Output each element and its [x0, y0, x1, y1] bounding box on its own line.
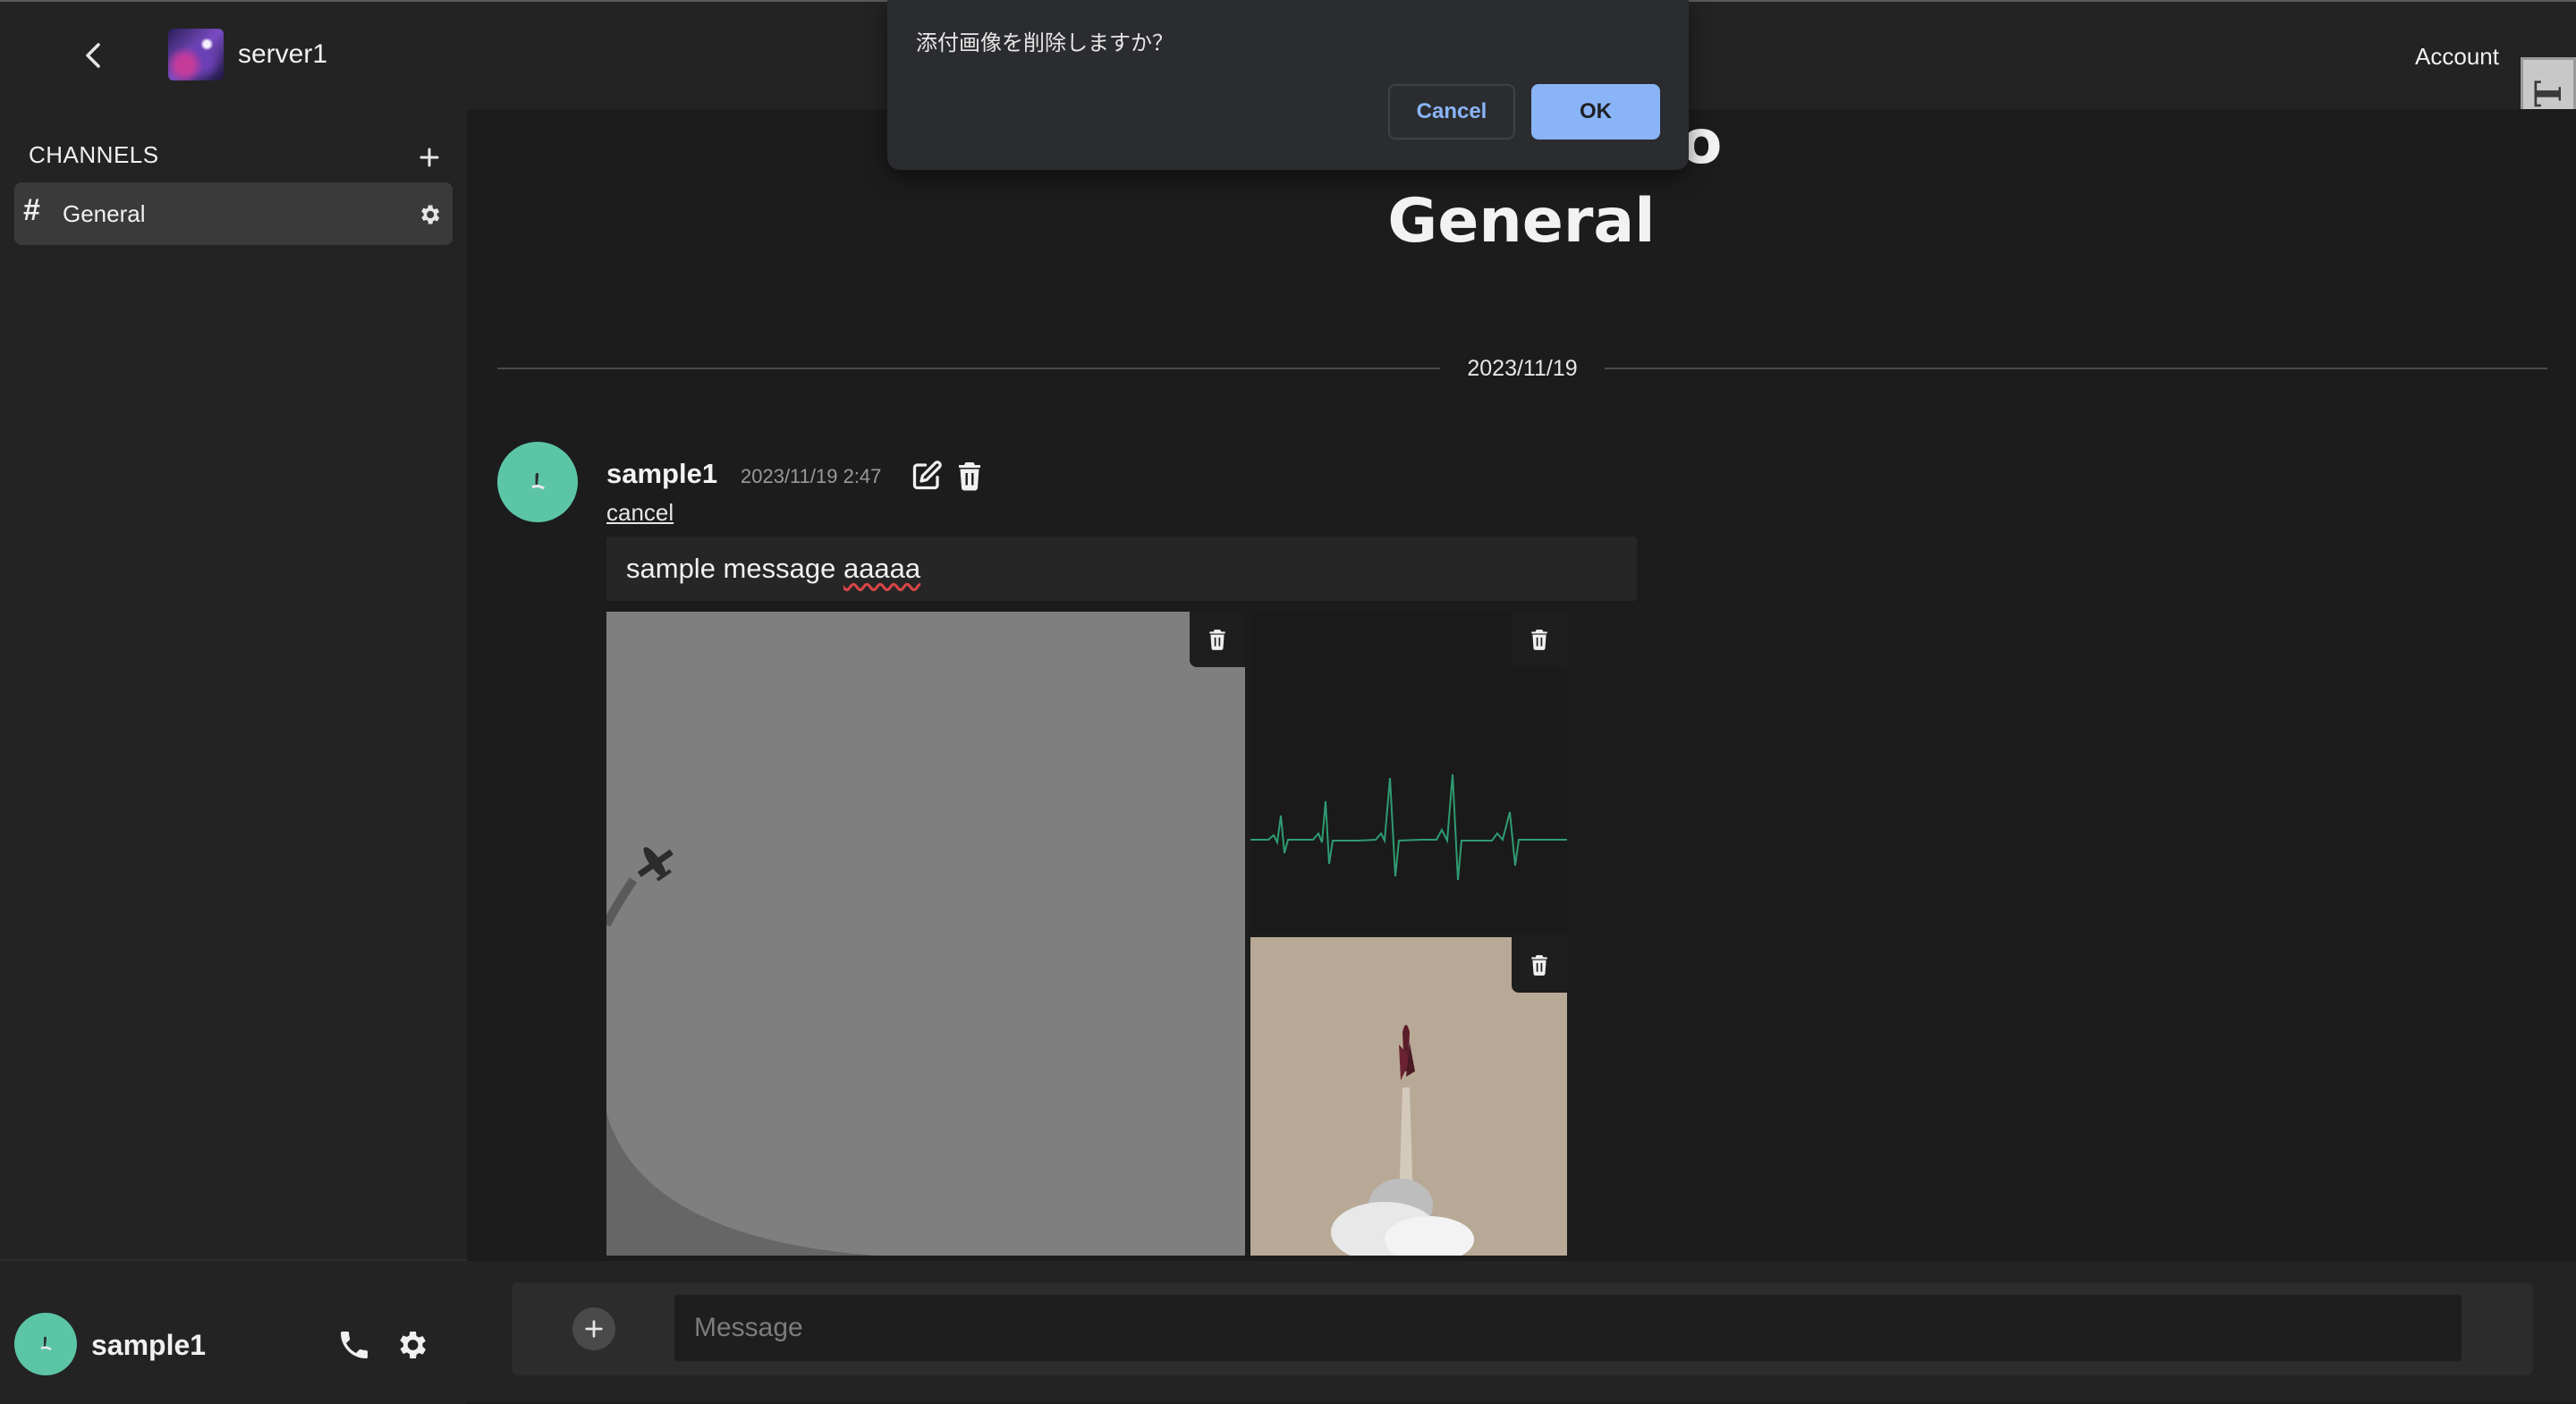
- add-channel-plus-icon[interactable]: [413, 141, 445, 173]
- cancel-edit-link[interactable]: cancel: [606, 499, 674, 527]
- dialog-message: 添付画像を削除しますか？: [916, 31, 1174, 55]
- current-user-avatar[interactable]: [14, 1313, 77, 1375]
- message-input[interactable]: [674, 1295, 2462, 1361]
- delete-attachment-trash-icon[interactable]: [1190, 612, 1245, 667]
- current-user-panel: sample1: [0, 1259, 467, 1404]
- server-name: server1: [238, 39, 328, 69]
- back-icon[interactable]: [75, 38, 111, 73]
- message-author: sample1: [606, 458, 718, 489]
- message-timestamp: 2023/11/19 2:47: [741, 465, 882, 487]
- delete-attachment-trash-icon[interactable]: [1512, 937, 1567, 993]
- account-link[interactable]: Account: [2415, 43, 2499, 71]
- dialog-cancel-button[interactable]: Cancel: [1388, 84, 1515, 140]
- attachment-image-rocket[interactable]: [1250, 937, 1567, 1256]
- chat-main[interactable]: Welcome to General 2023/11/19 sample1 20…: [467, 109, 2576, 1261]
- edit-message-icon[interactable]: [911, 460, 943, 492]
- channel-sidebar: CHANNELS # General: [0, 109, 467, 1402]
- welcome-line-2: General: [1387, 186, 1656, 257]
- misspelled-word: aaaaa: [843, 553, 921, 584]
- user-settings-gear-icon[interactable]: [394, 1327, 429, 1363]
- date-separator: 2023/11/19: [497, 351, 2547, 386]
- channel-item-general[interactable]: # General: [14, 182, 453, 245]
- phone-icon[interactable]: [336, 1327, 372, 1363]
- delete-message-trash-icon[interactable]: [953, 460, 986, 492]
- attachment-image-plane[interactable]: [606, 612, 1245, 1256]
- composer: [512, 1282, 2533, 1375]
- message-edit-field[interactable]: sample message aaaaa: [606, 537, 1637, 601]
- server-icon[interactable]: [168, 29, 224, 80]
- date-separator-label: 2023/11/19: [1467, 355, 1578, 381]
- channels-heading: CHANNELS: [29, 141, 159, 168]
- attachment-image-ekg[interactable]: [1250, 612, 1567, 934]
- message-author-avatar[interactable]: [497, 442, 578, 522]
- attach-plus-icon[interactable]: [572, 1307, 615, 1350]
- divider: [1604, 368, 2547, 369]
- channel-settings-gear-icon[interactable]: [417, 202, 442, 227]
- delete-attachment-trash-icon[interactable]: [1512, 612, 1567, 667]
- composer-area: [467, 1261, 2576, 1402]
- confirm-dialog: 添付画像を削除しますか？ Cancel OK: [887, 0, 1689, 170]
- hash-icon: #: [23, 193, 40, 227]
- dialog-ok-button[interactable]: OK: [1531, 84, 1660, 140]
- edit-text: sample message: [626, 553, 843, 584]
- channel-name: General: [63, 200, 146, 227]
- divider: [497, 368, 1441, 369]
- current-user-name: sample1: [91, 1329, 207, 1361]
